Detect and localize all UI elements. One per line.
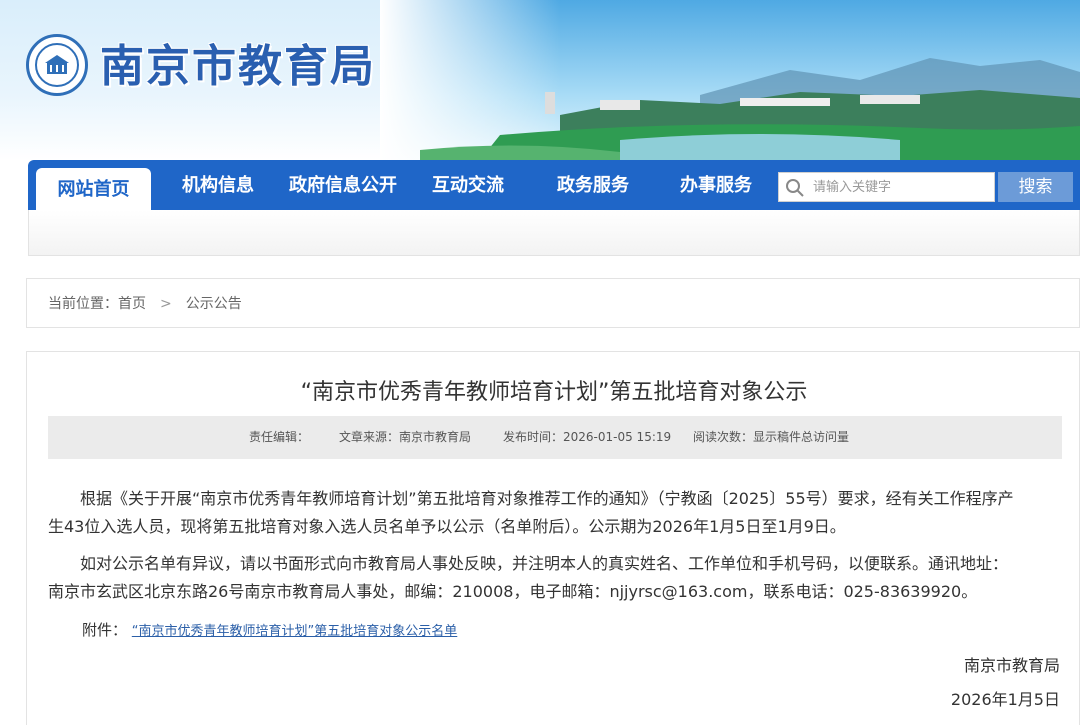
nav-item-organization[interactable]: 机构信息 [168,160,268,210]
paragraph-2-line-1: 如对公示名单有异议，请以书面形式向市教育局人事处反映，并注明本人的真实姓名、工作… [80,554,1009,573]
header-banner: 南京市教育局 [0,0,1080,160]
breadcrumb: 当前位置：首页 > 公示公告 [26,278,1080,328]
meta-read-count: 阅读次数：显示稿件总访问量 [693,430,850,444]
nav-item-gov-services[interactable]: 政务服务 [543,160,643,210]
seal-inner-ring [35,43,79,87]
nav-item-gov-info[interactable]: 政府信息公开 [278,160,408,210]
search-button[interactable]: 搜索 [998,172,1073,202]
meta-publish-time: 发布时间：2026-01-05 15:19 [503,430,672,444]
breadcrumb-home-link[interactable]: 首页 [118,279,146,329]
attachment-label: 附件： [82,621,128,639]
main-nav: 网站首页 机构信息 政府信息公开 互动交流 政务服务 办事服务 搜索 [28,160,1080,210]
sub-nav-bar [28,210,1080,256]
bureau-seal-logo[interactable] [26,34,88,96]
meta-editor: 责任编辑： [249,430,310,444]
search-input[interactable] [813,173,993,201]
building-icon [45,55,69,74]
nav-item-interaction[interactable]: 互动交流 [418,160,518,210]
meta-source: 文章来源：南京市教育局 [339,430,472,444]
attachment-link[interactable]: “南京市优秀青年教师培育计划”第五批培育对象公示名单 [132,624,457,639]
signature-org: 南京市教育局 [963,656,1060,675]
attachment-row: 附件： “南京市优秀青年教师培育计划”第五批培育对象公示名单 [82,619,457,640]
search-box[interactable] [778,172,995,202]
nav-item-affairs[interactable]: 办事服务 [666,160,766,210]
breadcrumb-separator: > [160,296,172,312]
site-title[interactable]: 南京市教育局 [100,30,376,94]
breadcrumb-prefix: 当前位置： [48,296,118,312]
signature-date: 2026年1月5日 [950,690,1060,709]
article-title: “南京市优秀青年教师培育计划”第五批培育对象公示 [300,380,808,405]
paragraph-2-line-2: 南京市玄武区北京东路26号南京市教育局人事处，邮编：210008，电子邮箱：nj… [48,582,978,601]
article-meta-bar: 责任编辑： 文章来源：南京市教育局 发布时间：2026-01-05 15:19 … [48,416,1062,459]
paragraph-1: 根据《关于开展“南京市优秀青年教师培育计划”第五批培育对象推荐工作的通知》（宁教… [48,485,1068,541]
search-icon [786,179,804,197]
paragraph-1-line-1: 根据《关于开展“南京市优秀青年教师培育计划”第五批培育对象推荐工作的通知》（宁教… [80,489,1014,508]
nav-item-home[interactable]: 网站首页 [36,168,151,210]
breadcrumb-current-link[interactable]: 公示公告 [186,279,242,329]
paragraph-2: 如对公示名单有异议，请以书面形式向市教育局人事处反映，并注明本人的真实姓名、工作… [48,550,1068,606]
article-panel: “南京市优秀青年教师培育计划”第五批培育对象公示 责任编辑： 文章来源：南京市教… [26,351,1080,725]
paragraph-1-line-2: 生43位入选人员，现将第五批培育对象入选人员名单予以公示（名单附后）。公示期为2… [48,517,846,536]
